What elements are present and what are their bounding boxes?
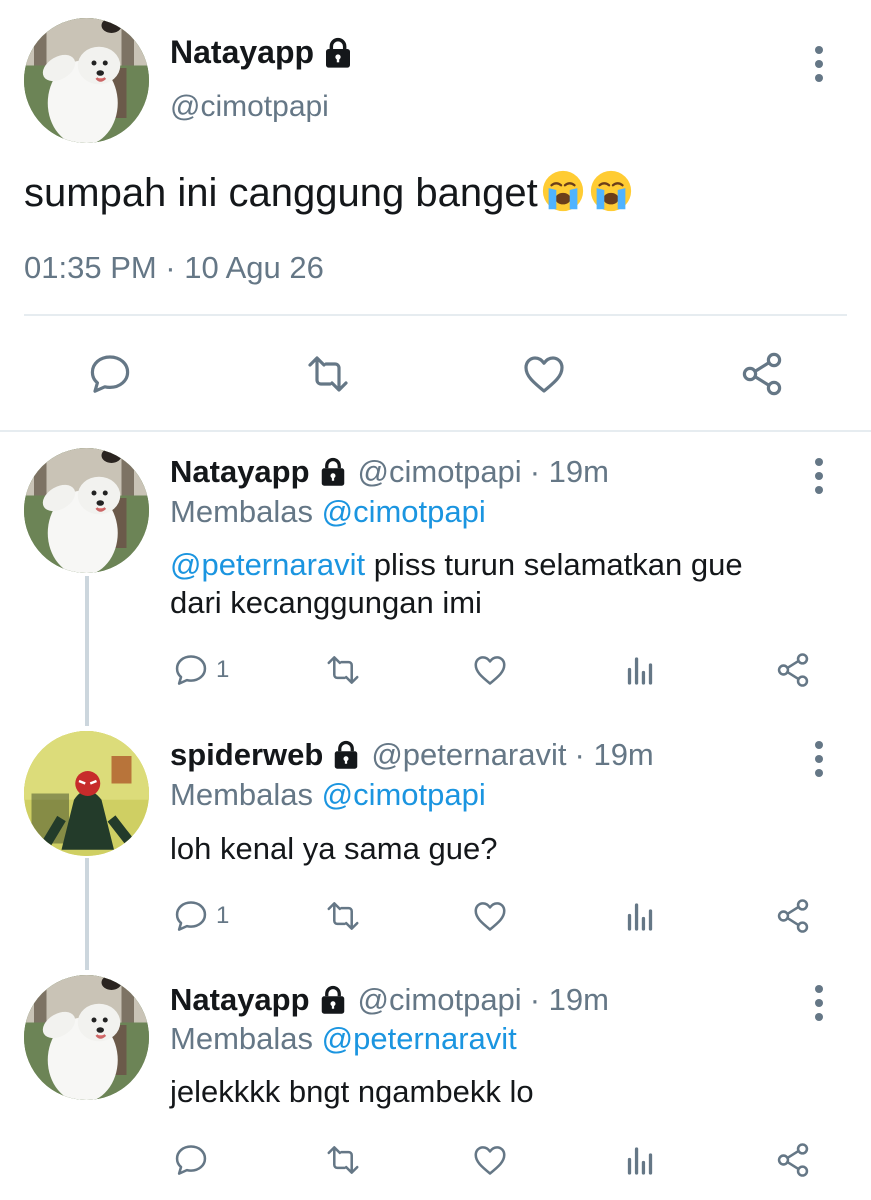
divider	[24, 314, 847, 316]
retweet-button[interactable]	[302, 350, 354, 398]
like-button[interactable]	[471, 1141, 509, 1179]
mention-link[interactable]: @peternaravit	[170, 547, 365, 582]
share-icon	[774, 651, 812, 689]
time-ago: · 19m	[529, 982, 609, 1017]
reply-icon	[86, 350, 134, 398]
main-tweet-handle[interactable]: @cimotpapi	[170, 90, 329, 124]
analytics-button[interactable]	[622, 899, 658, 935]
display-name[interactable]: Natayapp	[170, 454, 310, 490]
reply-text: loh kenal ya sama gue?	[170, 831, 498, 866]
reply-text-line1: pliss turun selamatkan gue	[365, 547, 743, 582]
lock-icon	[322, 37, 354, 69]
lock-icon	[318, 985, 348, 1015]
handle[interactable]: @peternaravit	[371, 737, 566, 773]
replying-to-link[interactable]: @peternaravit	[322, 1021, 517, 1056]
reply-button[interactable]: 1	[172, 897, 229, 935]
replying-label: Membalas	[170, 777, 313, 812]
dog-photo-icon	[24, 448, 149, 573]
display-name[interactable]: Natayapp	[170, 982, 310, 1018]
reply-header: Natayapp @cimotpapi · 19m	[170, 454, 609, 490]
share-button[interactable]	[774, 1141, 812, 1179]
share-button[interactable]	[774, 651, 812, 689]
retweet-icon	[302, 350, 354, 398]
share-icon	[738, 350, 786, 398]
dog-photo-icon	[24, 18, 149, 143]
reply-header: spiderweb @peternaravit · 19m	[170, 737, 654, 773]
more-options-icon[interactable]	[815, 458, 825, 500]
time-ago: · 19m	[574, 737, 654, 772]
reply-icon	[172, 651, 210, 689]
analytics-button[interactable]	[622, 653, 658, 689]
stats-icon	[622, 899, 658, 935]
lock-icon	[318, 457, 348, 487]
avatar[interactable]	[24, 731, 149, 856]
reply-icon	[172, 897, 210, 935]
tweet-text: sumpah ini canggung banget	[24, 171, 538, 215]
more-options-icon[interactable]	[815, 985, 825, 1027]
crying-face-emoji-icon	[588, 168, 634, 214]
reply-header: Natayapp @cimotpapi · 19m	[170, 982, 609, 1018]
thread-line	[85, 858, 89, 970]
handle[interactable]: @cimotpapi	[358, 982, 522, 1018]
retweet-icon	[322, 897, 364, 935]
reply-text-line2: dari kecanggungan imi	[170, 585, 482, 620]
retweet-button[interactable]	[322, 651, 364, 689]
more-options-icon[interactable]	[815, 741, 825, 783]
replying-to: Membalas @cimotpapi	[170, 494, 486, 530]
replying-to-link[interactable]: @cimotpapi	[322, 494, 486, 529]
crying-face-emoji-icon	[540, 168, 586, 214]
divider	[0, 430, 871, 432]
avatar[interactable]	[24, 975, 149, 1100]
reply-count: 1	[216, 902, 230, 929]
reply-button[interactable]	[172, 1141, 210, 1179]
reply-count: 1	[216, 656, 230, 683]
analytics-button[interactable]	[622, 1143, 658, 1179]
lock-icon	[331, 740, 361, 770]
stats-icon	[622, 1143, 658, 1179]
tweet-timestamp: 01:35 PM · 10 Agu 26	[24, 250, 324, 285]
share-icon	[774, 1141, 812, 1179]
retweet-button[interactable]	[322, 897, 364, 935]
spiderman-photo-icon	[24, 731, 149, 856]
heart-icon	[520, 350, 568, 398]
display-name: Natayapp	[170, 34, 315, 70]
reply-text: @peternaravit pliss turun selamatkan gue…	[170, 546, 743, 622]
replying-to: Membalas @cimotpapi	[170, 777, 486, 813]
display-name[interactable]: spiderweb	[170, 737, 323, 773]
reply-icon	[172, 1141, 210, 1179]
replying-label: Membalas	[170, 1021, 313, 1056]
retweet-icon	[322, 651, 364, 689]
replying-to-link[interactable]: @cimotpapi	[322, 777, 486, 812]
thread-line	[85, 576, 89, 726]
reply-button[interactable]: 1	[172, 651, 229, 689]
avatar[interactable]	[24, 18, 149, 143]
main-tweet-author[interactable]: Natayapp	[170, 34, 354, 71]
retweet-icon	[322, 1141, 364, 1179]
like-button[interactable]	[471, 651, 509, 689]
retweet-button[interactable]	[322, 1141, 364, 1179]
share-icon	[774, 897, 812, 935]
avatar[interactable]	[24, 448, 149, 573]
like-button[interactable]	[471, 897, 509, 935]
share-button[interactable]	[774, 897, 812, 935]
reply-button[interactable]	[86, 350, 134, 398]
replying-label: Membalas	[170, 494, 313, 529]
dog-photo-icon	[24, 975, 149, 1100]
main-tweet-text: sumpah ini canggung banget	[24, 168, 634, 216]
share-button[interactable]	[738, 350, 786, 398]
reply-text: jelekkkk bngt ngambekk lo	[170, 1074, 534, 1109]
heart-icon	[471, 1141, 509, 1179]
heart-icon	[471, 651, 509, 689]
stats-icon	[622, 653, 658, 689]
more-options-icon[interactable]	[815, 46, 825, 88]
like-button[interactable]	[520, 350, 568, 398]
handle[interactable]: @cimotpapi	[358, 454, 522, 490]
replying-to: Membalas @peternaravit	[170, 1021, 517, 1057]
time-ago: · 19m	[529, 454, 609, 489]
heart-icon	[471, 897, 509, 935]
